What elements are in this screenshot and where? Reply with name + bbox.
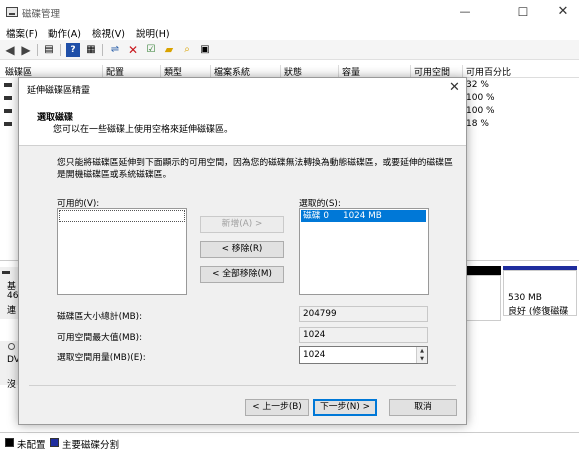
cancel-button[interactable]: 取消	[389, 399, 457, 416]
dialog-title: 延伸磁碟區精靈	[27, 86, 91, 96]
toolbar-separator	[60, 44, 61, 56]
amount-label: 選取空間用量(MB)(E):	[57, 353, 146, 363]
cdrom-icon	[8, 343, 15, 350]
toolbar: ◀ ▶ ▤ ? ▦ ⇌ ✕ ☑ ▰ ⌕ ▣	[0, 40, 579, 60]
window-title: 磁碟管理	[22, 9, 61, 20]
delete-icon[interactable]: ✕	[126, 43, 140, 57]
disk-0-label[interactable]: 基 46 連	[0, 267, 18, 319]
max-space-label: 可用空間最大值(MB):	[57, 333, 143, 343]
volume-icon	[4, 83, 12, 87]
unallocated-stripe	[466, 266, 501, 275]
free-percent: 100 %	[466, 106, 495, 116]
list-icon[interactable]: ▤	[42, 43, 56, 57]
available-list-focus	[59, 210, 185, 222]
spin-down-icon[interactable]: ▼	[417, 355, 427, 363]
check-icon[interactable]: ☑	[144, 43, 158, 57]
free-percent: 100 %	[466, 93, 495, 103]
toolbar-separator	[102, 44, 103, 56]
spin-buttons: ▲ ▼	[416, 347, 427, 363]
partition-status: 良好 (修復磁碟	[508, 307, 569, 317]
selected-disk-item[interactable]: 磁碟 0 1024 MB	[301, 210, 426, 222]
menu-view[interactable]: 檢視(V)	[92, 26, 125, 40]
primary-swatch	[50, 438, 59, 447]
selected-list[interactable]: 磁碟 0 1024 MB	[299, 208, 429, 295]
partition-size: 530 MB	[508, 293, 542, 303]
disk-management-icon	[6, 7, 18, 17]
free-percent: 32 %	[466, 80, 489, 90]
volume-icon	[4, 109, 12, 113]
help-icon[interactable]: ?	[66, 43, 80, 57]
total-size-label: 磁碟區大小總計(MB):	[57, 312, 143, 322]
available-list[interactable]	[57, 208, 187, 295]
properties-icon[interactable]: ▦	[84, 43, 98, 57]
search-icon[interactable]: ⌕	[180, 43, 194, 57]
col-free-percent[interactable]: 可用百分比	[462, 65, 511, 78]
menu-help[interactable]: 說明(H)	[136, 26, 170, 40]
menu-file[interactable]: 檔案(F)	[6, 26, 38, 40]
disk-icon	[2, 271, 10, 274]
volume-icon	[4, 96, 12, 100]
legend-primary: 主要磁碟分割	[62, 440, 120, 451]
footer-divider	[29, 385, 456, 386]
disk-size-label: 46	[7, 291, 19, 301]
volume-list-header: 磁碟區 配置 類型 檔案系統 狀態 容量 可用空間 可用百分比	[0, 64, 579, 78]
total-size-field: 204799	[299, 306, 428, 322]
menu-action[interactable]: 動作(A)	[48, 26, 81, 40]
extend-volume-wizard: 延伸磁碟區精靈 ✕ 選取磁碟 您可以在一些磁碟上使用空格來延伸磁碟區。 您只能將…	[18, 77, 467, 425]
disk-status-label: 連	[7, 306, 17, 316]
grid-icon[interactable]: ▣	[198, 43, 212, 57]
back-arrow-icon[interactable]: ◀	[3, 43, 17, 57]
back-button[interactable]: < 上一步(B)	[245, 399, 309, 416]
cdrom-label[interactable]: DV 沒	[0, 341, 20, 390]
amount-spinbox[interactable]: 1024 ▲ ▼	[299, 346, 428, 364]
title-bar: 磁碟管理 — ☐ ✕	[0, 0, 579, 24]
next-button[interactable]: 下一步(N) >	[313, 399, 377, 416]
legend-unallocated: 未配置	[17, 440, 46, 451]
wizard-subheading: 您可以在一些磁碟上使用空格來延伸磁碟區。	[53, 125, 234, 135]
close-button[interactable]: ✕	[540, 2, 579, 22]
wizard-description: 您只能將磁碟區延伸到下面顯示的可用空間，因為您的磁碟無法轉換為動態磁碟區，或要延…	[57, 158, 453, 180]
remove-button[interactable]: < 移除(R)	[200, 241, 284, 258]
forward-arrow-icon[interactable]: ▶	[19, 43, 33, 57]
free-percent: 18 %	[466, 119, 489, 129]
dialog-close-button[interactable]: ✕	[449, 80, 460, 95]
cdrom-media-label: 沒	[7, 380, 17, 390]
minimize-button[interactable]: —	[442, 2, 488, 22]
unallocated-swatch	[5, 438, 14, 447]
toolbar-separator	[37, 44, 38, 56]
recovery-partition[interactable]: 530 MB 良好 (修復磁碟	[503, 270, 577, 317]
connect-icon[interactable]: ⇌	[108, 43, 122, 57]
menu-bar: 檔案(F) 動作(A) 檢視(V) 說明(H)	[0, 24, 579, 40]
max-space-field: 1024	[299, 327, 428, 343]
spin-up-icon[interactable]: ▲	[417, 347, 427, 355]
amount-value: 1024	[303, 350, 326, 360]
volume-icon	[4, 122, 12, 126]
folder-icon[interactable]: ▰	[162, 43, 176, 57]
unallocated-space[interactable]	[466, 275, 501, 321]
remove-all-button[interactable]: < 全部移除(M)	[200, 266, 284, 283]
legend-bar: 未配置 主要磁碟分割	[0, 432, 579, 452]
wizard-header: 選取磁碟 您可以在一些磁碟上使用空格來延伸磁碟區。	[19, 100, 466, 146]
add-button[interactable]: 新增(A) >	[200, 216, 284, 233]
dialog-title-bar: 延伸磁碟區精靈 ✕	[19, 78, 466, 100]
